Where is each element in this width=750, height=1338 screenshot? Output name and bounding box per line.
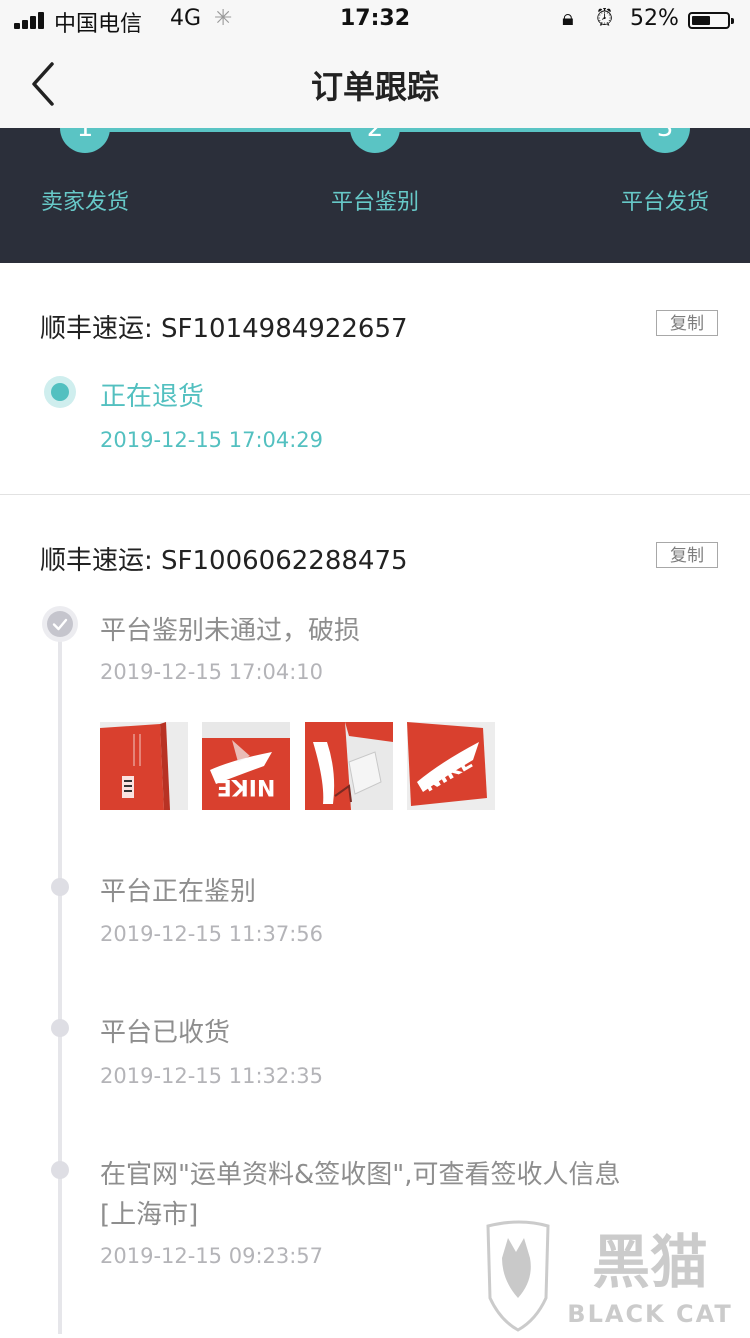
black-cat-watermark-logo: 黑猫 BLACK CAT <box>480 1218 750 1334</box>
event-time: 2019-12-15 11:32:35 <box>100 1064 324 1088</box>
copy-button[interactable]: 复制 <box>656 542 718 568</box>
step-2-label: 平台鉴别 <box>331 190 420 215</box>
timeline-dot-icon <box>51 878 69 896</box>
step-2-circle: 2 <box>350 128 400 153</box>
event-title: 平台鉴别未通过，破损 <box>100 616 361 646</box>
status-bar: 中国电信 4G ✳ 17:32 🔒︎ ⏰︎ 52% <box>0 0 750 40</box>
tracking-number: 顺丰速运: SF1014984922657 <box>40 314 408 344</box>
nav-bar: 订单跟踪 <box>0 40 750 128</box>
step-1-label: 卖家发货 <box>41 190 130 215</box>
event-time: 2019-12-15 17:04:29 <box>100 428 324 452</box>
rotation-lock-icon: 🔒︎ <box>562 6 574 31</box>
svg-text:BLACK CAT: BLACK CAT <box>567 1300 732 1328</box>
event-time: 2019-12-15 11:37:56 <box>100 922 324 946</box>
timeline-dot-icon <box>51 1019 69 1037</box>
event-title: 平台已收货 <box>100 1018 231 1048</box>
event-time: 2019-12-15 17:04:10 <box>100 660 324 684</box>
battery-percent: 52% <box>630 6 679 31</box>
divider <box>0 494 750 495</box>
evidence-photo-1[interactable] <box>100 722 188 810</box>
check-circle-icon <box>42 606 78 642</box>
step-3-circle: 3 <box>640 128 690 153</box>
step-1-circle: 1 <box>60 128 110 153</box>
evidence-photo-4[interactable]: NIKE <box>407 722 495 810</box>
evidence-photo-3[interactable] <box>305 722 393 810</box>
timeline-line <box>58 640 62 1334</box>
event-title-line2: [上海市] <box>100 1200 199 1230</box>
event-time: 2019-12-15 09:23:57 <box>100 1244 324 1268</box>
battery-icon <box>688 12 734 29</box>
tracking-number: 顺丰速运: SF1006062288475 <box>40 546 408 576</box>
svg-text:黑猫: 黑猫 <box>592 1228 708 1296</box>
evidence-photo-2[interactable]: NIKE <box>202 722 290 810</box>
alarm-icon: ⏰︎ <box>596 6 614 31</box>
page-title: 订单跟踪 <box>310 68 439 106</box>
event-title: 平台正在鉴别 <box>100 877 257 907</box>
event-title: 正在退货 <box>100 382 205 412</box>
svg-text:NIKE: NIKE <box>217 774 276 799</box>
timeline-dot-icon <box>51 1161 69 1179</box>
event-title-line1: 在官网"运单资料&签收图",可查看签收人信息 <box>100 1160 621 1190</box>
step-3-label: 平台发货 <box>621 190 710 215</box>
progress-stepper: 1 2 3 卖家发货 平台鉴别 平台发货 <box>0 128 750 263</box>
battery-level <box>692 16 710 25</box>
active-dot-icon <box>44 376 76 408</box>
copy-button[interactable]: 复制 <box>656 310 718 336</box>
